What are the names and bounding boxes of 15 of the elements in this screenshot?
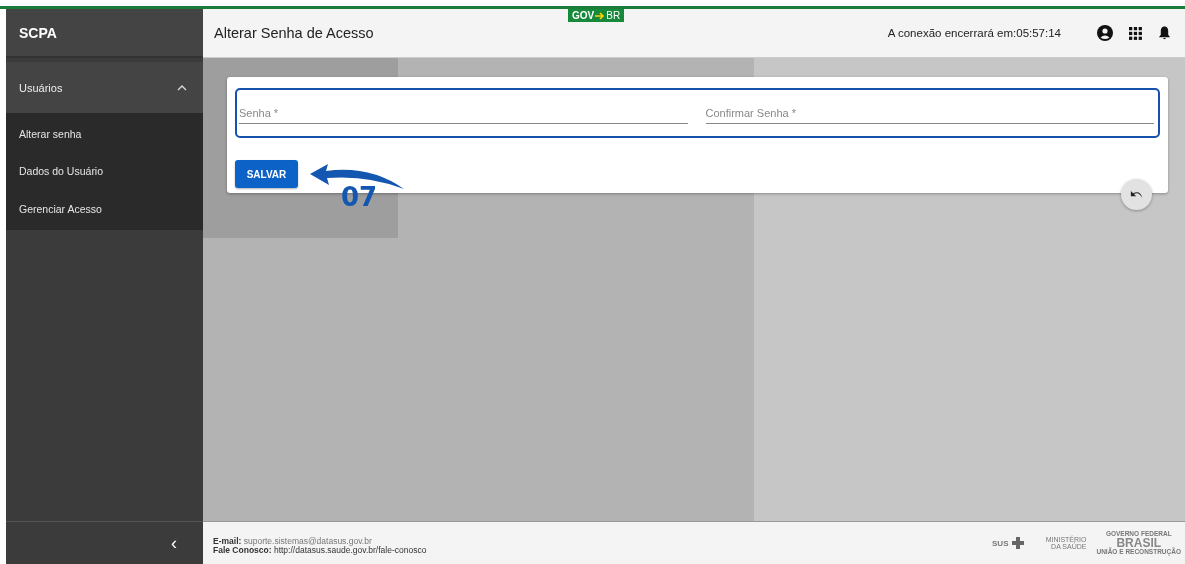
password-field[interactable]: Confirmar Senha * [705, 105, 1154, 124]
menu-item[interactable]: Alterar senha [6, 115, 203, 153]
menu-item[interactable]: Dados do Usuário [6, 152, 203, 190]
menu-group[interactable]: Usuários [6, 62, 203, 113]
gov-badge: GOV BR [568, 9, 625, 22]
app-title: SCPA [6, 9, 203, 58]
session-timer: 05:57:14 [1016, 27, 1061, 39]
contact-link[interactable]: Fale Conosco: http://datasus.saude.gov.br/fale-conosco [213, 546, 427, 556]
menu-item[interactable]: Gerenciar Acesso [6, 190, 203, 228]
collapse-button[interactable]: ‹ [165, 531, 183, 555]
support-email: E-mail: suporte.sistemas@datasus.gov.br [213, 536, 372, 546]
password-field[interactable]: Senha * [239, 105, 688, 124]
page-title: Alterar Senha de Acesso [214, 25, 375, 41]
save-button[interactable]: SALVAR [235, 160, 298, 188]
session-label: A conexão encerrará em: [887, 27, 1017, 39]
